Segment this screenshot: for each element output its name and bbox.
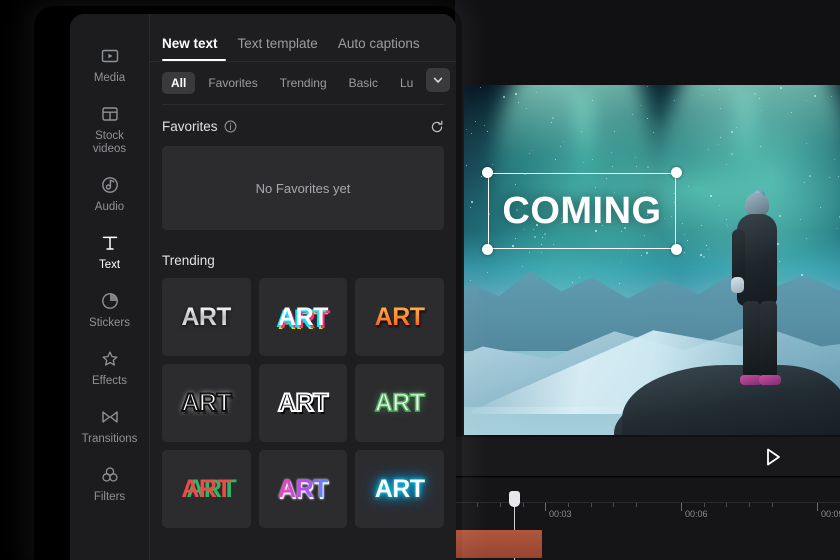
favorites-section-header: Favorites [150, 105, 456, 142]
trending-title: Trending [162, 253, 215, 268]
sidebar-item-label: Transitions [81, 433, 138, 445]
resize-handle-top-right[interactable] [671, 167, 682, 178]
text-style-tile[interactable]: ART [162, 278, 251, 356]
sidebar-item-label: Stickers [89, 317, 130, 329]
media-icon [99, 45, 121, 67]
selected-text-overlay[interactable]: COMING [482, 167, 682, 255]
text-style-tile[interactable]: ART [355, 364, 444, 442]
sidebar-item-label: Effects [92, 375, 127, 387]
refresh-icon[interactable] [430, 120, 444, 134]
sidebar-item-effects[interactable]: Effects [71, 339, 149, 397]
sidebar-item-label: Text [98, 259, 121, 271]
app-root: COMING 00:03 00:06 00:0 Media Stock vide… [0, 0, 840, 560]
text-style-tile[interactable]: ART [162, 450, 251, 528]
chip-luminous[interactable]: Lu [391, 72, 422, 94]
timeline[interactable]: 00:03 00:06 00:09 [455, 478, 840, 560]
tile-label: ART [374, 302, 425, 331]
transitions-icon [99, 406, 121, 428]
tile-label: ART [277, 388, 329, 418]
text-style-tile[interactable]: ART [258, 450, 348, 528]
left-sidebar: Media Stock videos Audio Text Stickers E… [70, 14, 150, 560]
text-style-tile[interactable]: ART [355, 278, 444, 356]
editor-panel-window: Media Stock videos Audio Text Stickers E… [70, 14, 456, 560]
ruler-time-label: 00:03 [549, 509, 572, 519]
audio-icon [99, 174, 121, 196]
chip-all[interactable]: All [162, 72, 196, 94]
text-panel: New text Text template Auto captions All… [150, 14, 456, 560]
resize-handle-bottom-right[interactable] [671, 244, 682, 255]
playhead-grip[interactable] [509, 491, 520, 507]
sidebar-item-transitions[interactable]: Transitions [71, 397, 149, 455]
sidebar-item-media[interactable]: Media [71, 36, 149, 94]
timeline-clip[interactable] [455, 530, 542, 558]
person-leg [760, 301, 778, 379]
info-icon[interactable] [224, 120, 237, 133]
resize-handle-top-left[interactable] [482, 167, 493, 178]
sidebar-item-label: Media [93, 72, 126, 84]
person-shoe [759, 375, 782, 385]
text-style-tile[interactable]: ART [258, 278, 348, 356]
ruler-time-label: 00:09 [821, 509, 840, 519]
sidebar-item-stock-videos[interactable]: Stock videos [71, 94, 149, 165]
tile-label: ART [374, 474, 425, 503]
sidebar-item-audio[interactable]: Audio [71, 165, 149, 223]
sidebar-item-label: Stock videos [92, 130, 127, 155]
text-style-tile[interactable]: ART [258, 364, 348, 442]
sidebar-item-label: Audio [94, 201, 125, 213]
sidebar-item-filters[interactable]: Filters [71, 455, 149, 513]
tile-label: ART [374, 388, 426, 418]
tile-label: ART [278, 474, 328, 503]
sidebar-item-stickers[interactable]: Stickers [71, 281, 149, 339]
ruler-time-label: 00:06 [685, 509, 708, 519]
tab-new-text[interactable]: New text [162, 36, 218, 61]
effects-icon [99, 348, 121, 370]
chip-trending[interactable]: Trending [271, 72, 336, 94]
tab-auto-captions[interactable]: Auto captions [338, 36, 420, 61]
text-style-tile[interactable]: ART [162, 364, 251, 442]
overlay-text-label: COMING [502, 189, 662, 232]
timeline-track[interactable] [455, 530, 840, 558]
tile-label: ART [180, 388, 232, 418]
tile-label: ART [278, 302, 328, 331]
video-canvas [464, 85, 840, 435]
chip-favorites[interactable]: Favorites [199, 72, 266, 94]
filters-icon [99, 464, 121, 486]
person-figure [731, 190, 787, 393]
text-style-tile[interactable]: ART [355, 450, 444, 528]
text-icon [99, 232, 121, 254]
player-controls-bar [455, 437, 840, 477]
favorites-empty-label: No Favorites yet [255, 180, 351, 196]
favorites-empty-state: No Favorites yet [162, 146, 444, 230]
chevron-down-icon[interactable] [426, 68, 450, 92]
chip-basic[interactable]: Basic [340, 72, 387, 94]
sidebar-item-text[interactable]: Text [71, 223, 149, 281]
sidebar-item-label: Filters [93, 491, 126, 503]
favorites-title: Favorites [162, 119, 218, 134]
play-icon[interactable] [763, 447, 783, 467]
person-leg [743, 301, 761, 379]
editor-right-pane: COMING 00:03 00:06 00:0 [455, 0, 840, 560]
resize-handle-bottom-left[interactable] [482, 244, 493, 255]
stickers-icon [99, 290, 121, 312]
trending-styles-grid: ART ART ART ART ART ART ART ART ART [150, 278, 456, 538]
panel-tabs: New text Text template Auto captions [150, 14, 456, 61]
tile-label: ART [181, 302, 232, 331]
tile-label: ART [181, 474, 232, 503]
category-filter-chips: All Favorites Trending Basic Lu [150, 62, 456, 104]
person-glove [731, 277, 745, 293]
tab-text-template[interactable]: Text template [238, 36, 318, 61]
video-preview-stage[interactable]: COMING [464, 85, 840, 435]
trending-section-header: Trending [150, 230, 456, 278]
stock-videos-icon [99, 103, 121, 125]
